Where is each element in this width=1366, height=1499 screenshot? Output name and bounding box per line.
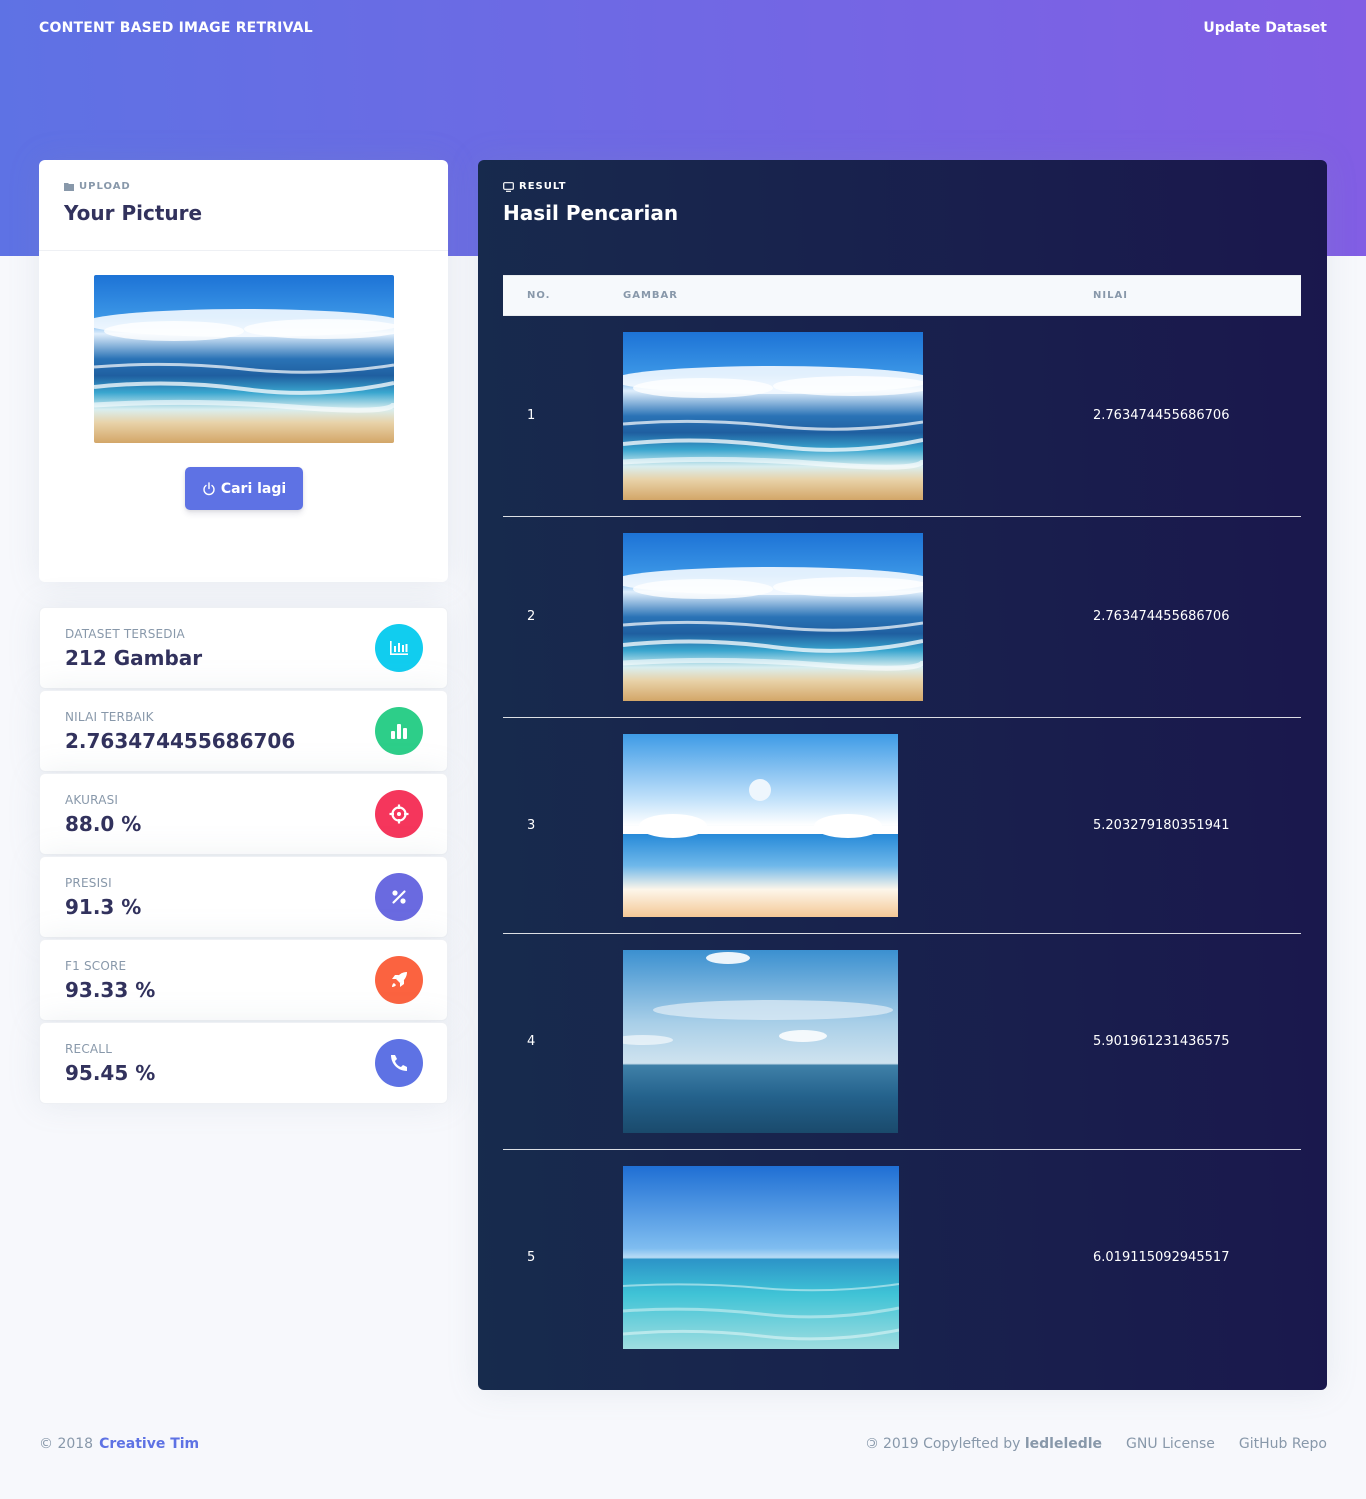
column-header-nilai[interactable]: NILAI [1093, 290, 1128, 301]
stat-recall: RECALL 95.45 % [39, 1022, 448, 1104]
gnu-license-link[interactable]: GNU License [1126, 1436, 1215, 1452]
copyleft-author: ledleledle [1024, 1436, 1103, 1452]
row-number: 5 [527, 1250, 536, 1265]
stat-label: DATASET TERSEDIA [65, 627, 185, 641]
column-header-no[interactable]: NO. [527, 290, 550, 301]
row-number: 2 [527, 609, 536, 624]
row-number: 3 [527, 818, 536, 833]
brand-title[interactable]: CONTENT BASED IMAGE RETRIVAL [39, 20, 313, 36]
monitor-icon [503, 181, 514, 192]
creative-tim-link[interactable]: Creative Tim [99, 1436, 199, 1452]
phone-icon [375, 1039, 423, 1087]
stat-value: 212 Gambar [65, 646, 203, 670]
upload-overline: UPLOAD [64, 181, 423, 192]
column-header-gambar[interactable]: GAMBAR [623, 290, 678, 301]
result-image[interactable] [623, 950, 898, 1133]
table-header: NO. GAMBAR NILAI [503, 275, 1301, 316]
result-overline-label: RESULT [519, 181, 567, 192]
table-row: 4 5.901961231436575 [503, 934, 1301, 1150]
uploaded-picture [94, 275, 394, 443]
rocket-icon [375, 956, 423, 1004]
stat-value: 95.45 % [65, 1061, 156, 1085]
stat-value: 88.0 % [65, 812, 142, 836]
stat-dataset: DATASET TERSEDIA 212 Gambar [39, 607, 448, 689]
stat-best-value: NILAI TERBAIK 2.763474455686706 [39, 690, 448, 772]
stat-label: AKURASI [65, 793, 119, 807]
stat-label: RECALL [65, 1042, 113, 1056]
stat-accuracy: AKURASI 88.0 % [39, 773, 448, 855]
stat-value: 93.33 % [65, 978, 156, 1002]
search-again-label: Cari lagi [220, 480, 287, 497]
stat-precision: PRESISI 91.3 % [39, 856, 448, 938]
copyleft-prefix: 2019 Copylefted by [882, 1436, 1021, 1452]
result-card-header: RESULT Hasil Pencarian [478, 160, 1327, 275]
table-row: 3 5.203279180351941 [503, 718, 1301, 934]
stat-f1-score: F1 SCORE 93.33 % [39, 939, 448, 1021]
table-row: 5 6.019115092945517 [503, 1150, 1301, 1366]
stat-label: PRESISI [65, 876, 112, 890]
upload-card: UPLOAD Your Picture Cari lagi [39, 160, 448, 582]
footer-copyright: © 2018 Creative Tim [39, 1436, 199, 1452]
copyright-text: © 2018 [39, 1436, 94, 1452]
chart-icon [375, 707, 423, 755]
similarity-value: 6.019115092945517 [1093, 1250, 1230, 1265]
similarity-value: 2.763474455686706 [1093, 408, 1230, 423]
stat-value: 2.763474455686706 [65, 729, 296, 753]
row-number: 4 [527, 1034, 536, 1049]
result-image[interactable] [623, 533, 923, 701]
upload-overline-label: UPLOAD [79, 181, 131, 192]
percent-icon [375, 873, 423, 921]
copyleft-icon: © [864, 1436, 879, 1452]
result-image[interactable] [623, 332, 923, 500]
target-icon [375, 790, 423, 838]
result-image[interactable] [623, 734, 898, 917]
update-dataset-link[interactable]: Update Dataset [1203, 20, 1327, 36]
table-row: 1 2.763474455686706 [503, 316, 1301, 517]
table-row: 2 2.763474455686706 [503, 517, 1301, 718]
stat-value: 91.3 % [65, 895, 142, 919]
row-number: 1 [527, 408, 536, 423]
similarity-value: 2.763474455686706 [1093, 609, 1230, 624]
result-image[interactable] [623, 1166, 899, 1349]
result-title: Hasil Pencarian [503, 201, 679, 225]
copyleft-text: © 2019 Copylefted by ledleledle [865, 1436, 1103, 1452]
similarity-value: 5.203279180351941 [1093, 818, 1230, 833]
power-icon [202, 481, 216, 496]
search-again-button[interactable]: Cari lagi [185, 467, 303, 510]
upload-card-header: UPLOAD Your Picture [39, 160, 448, 251]
similarity-value: 5.901961231436575 [1093, 1034, 1230, 1049]
github-repo-link[interactable]: GitHub Repo [1239, 1436, 1327, 1452]
result-overline: RESULT [503, 181, 1302, 192]
folder-icon [64, 182, 74, 191]
stat-label: F1 SCORE [65, 959, 127, 973]
result-card: RESULT Hasil Pencarian NO. GAMBAR NILAI … [478, 160, 1327, 1390]
footer-nav: © 2019 Copylefted by ledleledle GNU Lice… [865, 1436, 1327, 1452]
upload-title: Your Picture [64, 201, 203, 225]
stat-label: NILAI TERBAIK [65, 710, 154, 724]
chart-bar-icon [375, 624, 423, 672]
